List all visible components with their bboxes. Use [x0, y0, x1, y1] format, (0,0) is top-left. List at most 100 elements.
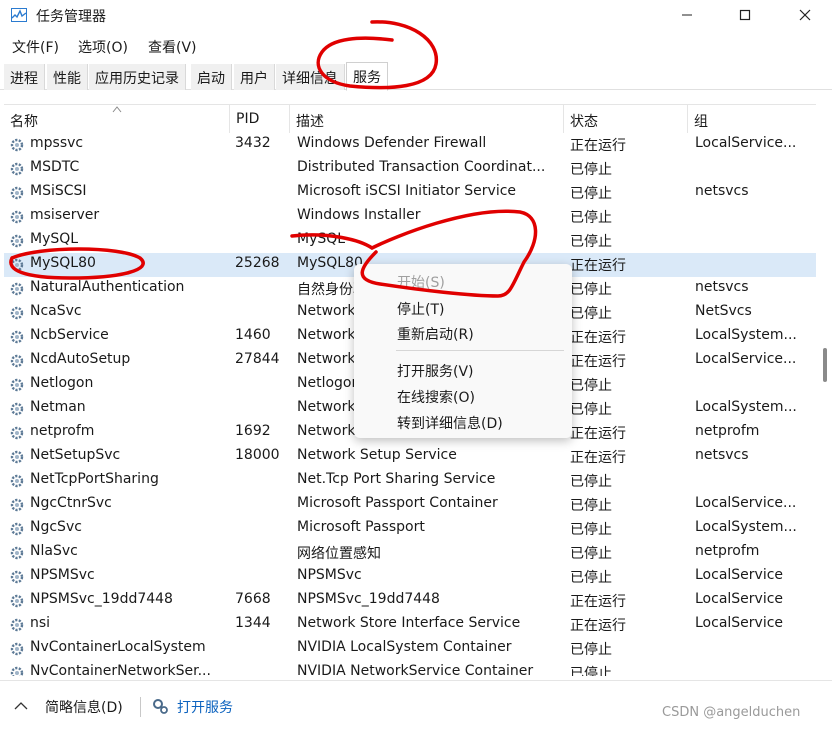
table-row[interactable]: NPSMSvc_19dd7448 7668 NPSMSvc_19dd7448 正在运行… [4, 589, 816, 613]
service-gear-icon [10, 234, 24, 248]
table-row[interactable]: MSiSCSI Microsoft iSCSI Initiator Service… [4, 181, 816, 205]
close-button[interactable] [782, 0, 828, 30]
table-row[interactable]: NgcCtnrSvc Microsoft Passport Container 已停… [4, 493, 816, 517]
cell-status: 正在运行 [570, 618, 626, 634]
cell-status: 正在运行 [570, 594, 626, 610]
service-gear-icon [10, 474, 24, 488]
table-row[interactable]: MSDTC Distributed Transaction Coordinat..… [4, 157, 816, 181]
table-row[interactable]: NvContainerNetworkSer... NVIDIA NetworkSe… [4, 661, 816, 676]
cell-status: 正在运行 [570, 450, 626, 466]
less-details-button[interactable]: 简略信息(D) [45, 697, 123, 717]
cell-status: 正在运行 [570, 354, 626, 370]
tab-services[interactable]: 服务 [346, 62, 388, 91]
table-row[interactable]: NetTcpPortSharing Net.Tcp Port Sharing Se… [4, 469, 816, 493]
cell-pid: 7668 [235, 591, 271, 607]
menu-item-open-services[interactable]: 打开服务(V) [397, 361, 474, 381]
table-row[interactable]: NlaSvc 网络位置感知 已停止 netprofm [4, 541, 816, 565]
tab-performance[interactable]: 性能 [47, 64, 88, 90]
menu-view[interactable]: 查看(V) [148, 37, 197, 57]
context-menu: 开始(S) 停止(T) 重新启动(R) 打开服务(V) 在线搜索(O) 转到详细… [354, 264, 572, 438]
tab-app-history[interactable]: 应用历史记录 [89, 64, 186, 90]
cell-description: Network Store Interface Service [297, 615, 521, 631]
cell-name: MySQL80 [30, 255, 96, 271]
cell-description: Microsoft Passport Container [297, 495, 498, 511]
cell-status: 正在运行 [570, 138, 626, 154]
cell-name: NvContainerLocalSystem [30, 639, 206, 655]
column-header-pid[interactable]: PID [230, 105, 290, 133]
menu-item-stop[interactable]: 停止(T) [397, 299, 444, 319]
tab-users[interactable]: 用户 [234, 64, 275, 90]
cell-pid: 27844 [235, 351, 280, 367]
table-row[interactable]: mpssvc 3432 Windows Defender Firewall 正在运行 L… [4, 133, 816, 157]
cell-group: LocalService... [695, 495, 797, 511]
table-row[interactable]: msiserver Windows Installer 已停止 [4, 205, 816, 229]
column-header-group[interactable]: 组 [688, 105, 816, 133]
cell-group: netsvcs [695, 447, 749, 463]
cell-pid: 18000 [235, 447, 280, 463]
open-services-link[interactable]: 打开服务 [177, 697, 233, 717]
service-gear-icon [10, 330, 24, 344]
table-row[interactable]: NPSMSvc NPSMSvc 已停止 LocalService [4, 565, 816, 589]
table-row[interactable]: nsi 1344 Network Store Interface Service 正在… [4, 613, 816, 637]
menu-item-search-online[interactable]: 在线搜索(O) [397, 387, 475, 407]
cell-status: 已停止 [570, 210, 612, 226]
cell-status: 已停止 [570, 642, 612, 658]
chevron-up-icon[interactable] [14, 701, 28, 711]
scroll-thumb[interactable] [823, 348, 827, 382]
cell-name: netprofm [30, 423, 95, 439]
column-header-status[interactable]: 状态 [564, 105, 688, 133]
cell-group: LocalService [695, 591, 784, 607]
table-row[interactable]: NvContainerLocalSystem NVIDIA LocalSystem… [4, 637, 816, 661]
cell-description: Distributed Transaction Coordinat... [297, 159, 546, 175]
cell-group: LocalSystem... [695, 399, 797, 415]
cell-status: 已停止 [570, 498, 612, 514]
cell-description: Microsoft Passport [297, 519, 425, 535]
service-gear-icon [10, 666, 24, 676]
service-gear-icon [10, 162, 24, 176]
column-header-description[interactable]: 描述 [290, 105, 564, 133]
cell-name: MSDTC [30, 159, 80, 175]
cell-status: 已停止 [570, 234, 612, 250]
menu-separator [396, 350, 564, 351]
service-gear-icon [10, 402, 24, 416]
cell-group: netsvcs [695, 183, 749, 199]
cell-name: NcaSvc [30, 303, 82, 319]
vertical-scrollbar[interactable] [820, 104, 830, 676]
menu-item-restart[interactable]: 重新启动(R) [397, 324, 474, 344]
cell-group: LocalService... [695, 351, 797, 367]
service-gear-icon [10, 594, 24, 608]
cell-name: MySQL [30, 231, 79, 247]
service-gear-icon [10, 138, 24, 152]
cell-group: NetSvcs [695, 303, 752, 319]
service-gear-icon [10, 546, 24, 560]
minimize-button[interactable] [664, 0, 710, 30]
menu-bar: 文件(F) 选项(O) 查看(V) [0, 34, 832, 58]
cell-pid: 25268 [235, 255, 280, 271]
tab-startup[interactable]: 启动 [191, 64, 232, 90]
table-row[interactable]: NetSetupSvc 18000 Network Setup Service 正在运… [4, 445, 816, 469]
service-gear-icon [10, 426, 24, 440]
menu-options[interactable]: 选项(O) [78, 37, 128, 57]
tab-details[interactable]: 详细信息 [276, 64, 345, 90]
cell-status: 已停止 [570, 546, 612, 562]
tab-processes[interactable]: 进程 [4, 64, 45, 90]
service-gear-icon [10, 618, 24, 632]
cell-description: 网络位置感知 [297, 546, 381, 562]
service-gear-icon [10, 258, 24, 272]
cell-name: NcdAutoSetup [30, 351, 131, 367]
footer-divider [140, 697, 141, 717]
cell-pid: 1344 [235, 615, 271, 631]
column-header-name[interactable]: 名称 [4, 105, 230, 133]
task-manager-icon [11, 8, 27, 22]
cell-pid: 1460 [235, 327, 271, 343]
cell-name: NetSetupSvc [30, 447, 121, 463]
menu-item-goto-details[interactable]: 转到详细信息(D) [397, 413, 503, 433]
cell-status: 已停止 [570, 522, 612, 538]
service-gear-icon [10, 570, 24, 584]
menu-file[interactable]: 文件(F) [12, 37, 59, 57]
service-gear-icon [10, 642, 24, 656]
table-row[interactable]: MySQL MySQL 已停止 [4, 229, 816, 253]
maximize-button[interactable] [722, 0, 768, 30]
table-row[interactable]: NgcSvc Microsoft Passport 已停止 LocalSystem..… [4, 517, 816, 541]
cell-name: NcbService [30, 327, 109, 343]
